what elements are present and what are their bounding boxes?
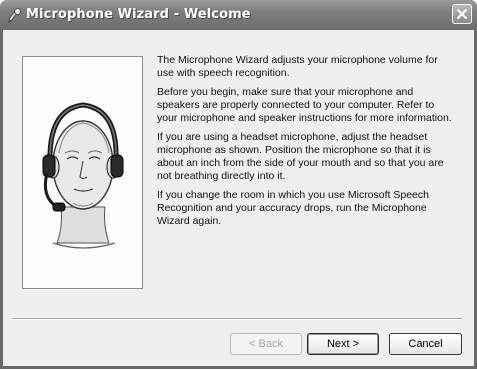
back-button[interactable]: < Back [230, 333, 302, 355]
title-bar[interactable]: Microphone Wizard - Welcome [0, 0, 477, 30]
window-title: Microphone Wizard - Welcome [26, 7, 251, 22]
headset-paragraph: If you are using a headset microphone, a… [157, 131, 444, 182]
headset-head-illustration [22, 56, 143, 289]
cancel-button[interactable]: Cancel [389, 333, 462, 355]
close-button[interactable] [452, 4, 472, 24]
room-change-paragraph: If you change the room in which you use … [157, 189, 429, 227]
button-separator [12, 318, 462, 320]
microphone-wizard-icon [6, 7, 23, 24]
next-button[interactable]: Next > [307, 333, 379, 355]
microphone-wizard-window: Microphone Wizard - Welcome The Micropho… [0, 0, 477, 369]
connection-paragraph: Before you begin, make sure that your mi… [157, 86, 452, 124]
wizard-body: The Microphone Wizard adjusts your micro… [3, 30, 474, 366]
intro-paragraph: The Microphone Wizard adjusts your micro… [157, 54, 438, 79]
wizard-instructions: The Microphone Wizard adjusts your micro… [157, 54, 457, 234]
close-icon [457, 9, 467, 19]
